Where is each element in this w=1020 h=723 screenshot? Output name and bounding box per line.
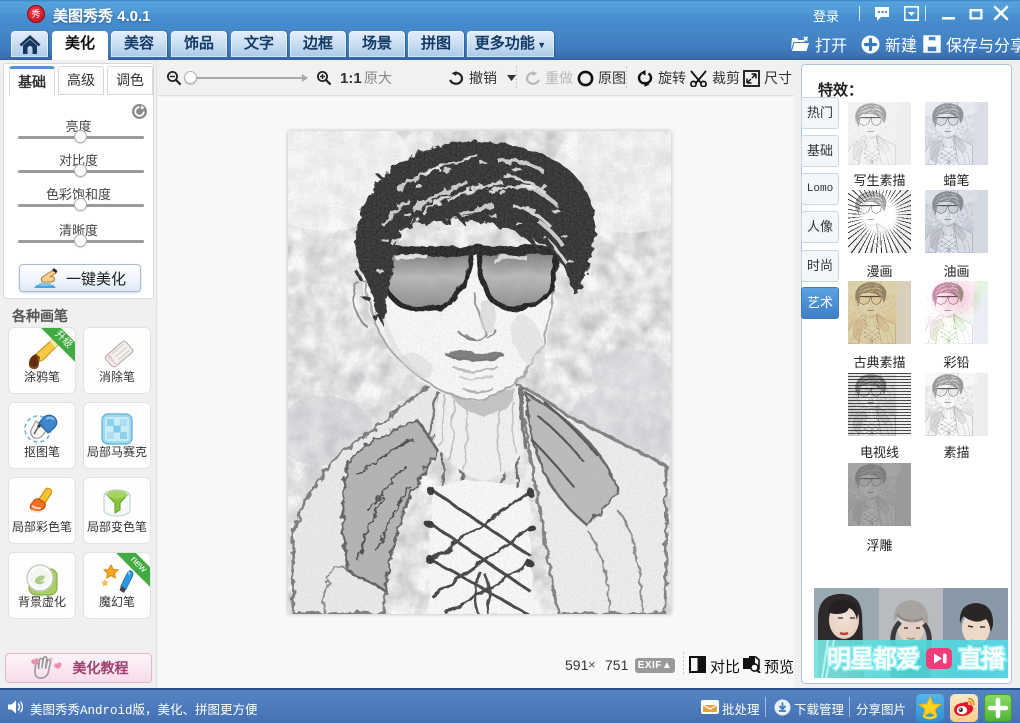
- svg-text:明星都爱: 明星都爱: [827, 646, 920, 673]
- svg-text:直播: 直播: [958, 646, 1006, 673]
